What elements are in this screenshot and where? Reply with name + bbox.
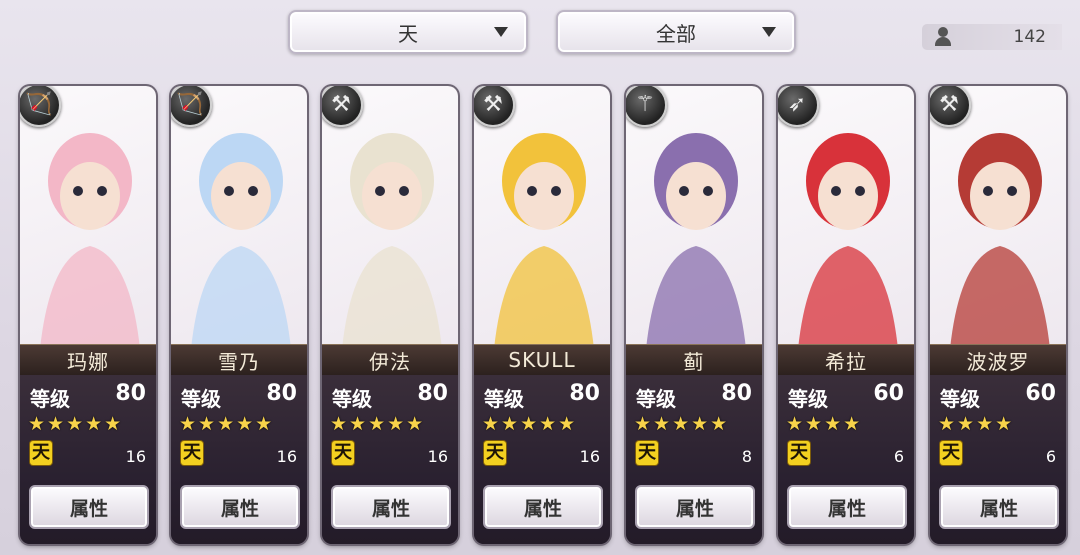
attributes-button[interactable]: 属性 xyxy=(180,485,300,529)
card-count: 16 xyxy=(427,447,448,466)
attributes-button[interactable]: 属性 xyxy=(939,485,1059,529)
level-label: 等级 xyxy=(788,387,828,411)
star-rating: ★★★★ xyxy=(786,413,863,435)
card-count: 8 xyxy=(741,447,752,466)
character-card[interactable]: ⚒ 伊法 等级 80 ★★★★★ 天 16 属性 xyxy=(322,86,458,544)
level-value: 80 xyxy=(569,381,600,406)
character-stats: 等级 80 ★★★★★ 天 16 属性 xyxy=(474,375,610,544)
attributes-button[interactable]: 属性 xyxy=(635,485,755,529)
character-card[interactable]: 🏹 玛娜 等级 80 ★★★★★ 天 16 属性 xyxy=(20,86,156,544)
star-rating: ★★★★★ xyxy=(482,413,578,435)
character-name: 波波罗 xyxy=(930,344,1066,376)
level-value: 80 xyxy=(115,381,146,406)
level-label: 等级 xyxy=(636,387,676,411)
rank-badge-icon: 天 xyxy=(484,441,506,465)
rank-badge-icon: 天 xyxy=(636,441,658,465)
level-label: 等级 xyxy=(940,387,980,411)
star-rating: ★★★★★ xyxy=(28,413,124,435)
character-stats: 等级 80 ★★★★★ 天 8 属性 xyxy=(626,375,762,544)
level-label: 等级 xyxy=(484,387,524,411)
character-name: 蓟 xyxy=(626,344,762,376)
chevron-down-icon xyxy=(494,27,508,37)
character-stats: 等级 80 ★★★★★ 天 16 属性 xyxy=(322,375,458,544)
character-name: SKULL xyxy=(474,344,610,376)
card-count: 16 xyxy=(579,447,600,466)
character-count-value: 142 xyxy=(1013,27,1046,47)
character-card[interactable]: ⚒ 波波罗 等级 60 ★★★★ 天 6 属性 xyxy=(930,86,1066,544)
rank-filter-label: 天 xyxy=(398,21,418,46)
level-label: 等级 xyxy=(30,387,70,411)
rank-badge-icon: 天 xyxy=(788,441,810,465)
rank-badge-icon: 天 xyxy=(30,441,52,465)
character-stats: 等级 60 ★★★★ 天 6 属性 xyxy=(930,375,1066,544)
rank-badge-icon: 天 xyxy=(332,441,354,465)
rank-badge-icon: 天 xyxy=(940,441,962,465)
rank-badge-icon: 天 xyxy=(181,441,203,465)
character-name: 伊法 xyxy=(322,344,458,376)
chevron-down-icon xyxy=(762,27,776,37)
character-name: 希拉 xyxy=(778,344,914,376)
star-rating: ★★★★ xyxy=(938,413,1015,435)
character-stats: 等级 80 ★★★★★ 天 16 属性 xyxy=(171,375,307,544)
card-count: 16 xyxy=(276,447,297,466)
rank-filter-dropdown[interactable]: 天 xyxy=(288,10,528,54)
character-name: 雪乃 xyxy=(171,344,307,376)
character-card[interactable]: ⚒ SKULL 等级 80 ★★★★★ 天 16 属性 xyxy=(474,86,610,544)
attributes-button[interactable]: 属性 xyxy=(483,485,603,529)
attributes-button[interactable]: 属性 xyxy=(331,485,451,529)
star-rating: ★★★★★ xyxy=(330,413,426,435)
character-card[interactable]: 🏹 雪乃 等级 80 ★★★★★ 天 16 属性 xyxy=(171,86,307,544)
attributes-button[interactable]: 属性 xyxy=(787,485,907,529)
category-filter-dropdown[interactable]: 全部 xyxy=(556,10,796,54)
card-count: 6 xyxy=(893,447,904,466)
star-rating: ★★★★★ xyxy=(634,413,730,435)
character-name: 玛娜 xyxy=(20,344,156,376)
character-card[interactable]: ➶ 希拉 等级 60 ★★★★ 天 6 属性 xyxy=(778,86,914,544)
card-count: 16 xyxy=(125,447,146,466)
level-value: 80 xyxy=(266,381,297,406)
character-card-list: 🏹 玛娜 等级 80 ★★★★★ 天 16 属性 🏹 雪乃 等级 80 ★★★★… xyxy=(0,80,1080,550)
star-rating: ★★★★★ xyxy=(179,413,275,435)
character-stats: 等级 60 ★★★★ 天 6 属性 xyxy=(778,375,914,544)
level-value: 60 xyxy=(873,381,904,406)
card-count: 6 xyxy=(1045,447,1056,466)
character-stats: 等级 80 ★★★★★ 天 16 属性 xyxy=(20,375,156,544)
character-count: 142 xyxy=(922,24,1062,50)
character-card[interactable]: ⚚ 蓟 等级 80 ★★★★★ 天 8 属性 xyxy=(626,86,762,544)
level-label: 等级 xyxy=(181,387,221,411)
level-value: 60 xyxy=(1025,381,1056,406)
level-label: 等级 xyxy=(332,387,372,411)
level-value: 80 xyxy=(721,381,752,406)
level-value: 80 xyxy=(417,381,448,406)
top-bar: 天 全部 142 xyxy=(0,0,1080,66)
person-icon xyxy=(930,24,956,50)
category-filter-label: 全部 xyxy=(656,21,696,46)
attributes-button[interactable]: 属性 xyxy=(29,485,149,529)
